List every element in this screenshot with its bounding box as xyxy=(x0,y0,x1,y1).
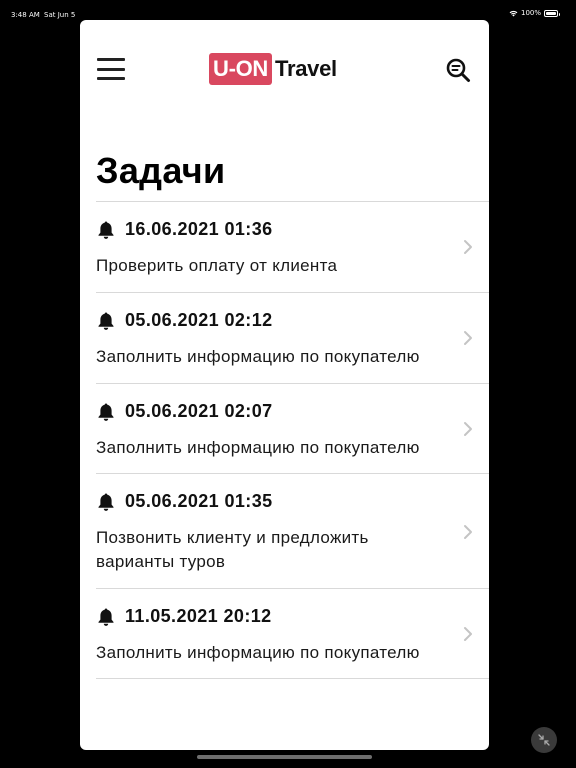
logo: U-ON Travel xyxy=(209,53,337,85)
chevron-right-icon xyxy=(464,331,472,345)
task-list: 16.06.2021 01:36 Проверить оплату от кли… xyxy=(96,201,489,679)
home-indicator[interactable] xyxy=(197,755,372,759)
battery-icon xyxy=(544,9,560,17)
chevron-right-icon xyxy=(464,627,472,641)
task-date: 05.06.2021 02:07 xyxy=(125,401,273,421)
logo-badge: U-ON xyxy=(209,53,273,85)
status-indicators: 100% xyxy=(509,9,560,17)
bell-icon xyxy=(98,403,114,421)
search-button[interactable] xyxy=(445,57,471,83)
task-header: 16.06.2021 01:36 xyxy=(96,219,273,240)
bell-icon xyxy=(98,312,114,330)
task-item[interactable]: 05.06.2021 02:07 Заполнить информацию по… xyxy=(96,383,489,473)
task-text: Проверить оплату от клиента xyxy=(96,256,338,275)
chevron-right-icon xyxy=(464,422,472,436)
bell-icon xyxy=(98,493,114,511)
status-date: Sat Jun 5 xyxy=(44,11,76,19)
task-header: 05.06.2021 02:12 xyxy=(96,310,273,331)
battery-percent: 100% xyxy=(520,9,541,17)
task-header: 11.05.2021 20:12 xyxy=(96,606,272,627)
task-text: Позвонить клиенту и предложить варианты … xyxy=(96,528,369,571)
task-item[interactable]: 05.06.2021 02:12 Заполнить информацию по… xyxy=(96,292,489,383)
task-text: Заполнить информацию по покупателю xyxy=(96,438,420,457)
chevron-right-icon xyxy=(464,240,472,254)
search-icon xyxy=(446,58,470,82)
task-date: 16.06.2021 01:36 xyxy=(125,219,273,239)
menu-button[interactable] xyxy=(97,58,125,80)
task-date: 11.05.2021 20:12 xyxy=(125,606,272,626)
logo-text: Travel xyxy=(275,56,337,81)
task-header: 05.06.2021 02:07 xyxy=(96,401,273,422)
chevron-right-icon xyxy=(464,525,472,539)
wifi-icon xyxy=(509,10,518,16)
app-window: U-ON Travel Задачи 16.06.2021 01:36 Пров… xyxy=(80,20,489,750)
task-header: 05.06.2021 01:35 xyxy=(96,491,273,512)
task-item[interactable]: 11.05.2021 20:12 Заполнить информацию по… xyxy=(96,588,489,679)
task-text: Заполнить информацию по покупателю xyxy=(96,643,420,662)
task-item[interactable]: 16.06.2021 01:36 Проверить оплату от кли… xyxy=(96,201,489,292)
bell-icon xyxy=(98,608,114,626)
bell-icon xyxy=(98,221,114,239)
task-date: 05.06.2021 01:35 xyxy=(125,491,273,511)
hamburger-icon xyxy=(97,58,125,61)
task-item[interactable]: 05.06.2021 01:35 Позвонить клиенту и пре… xyxy=(96,473,489,588)
task-text: Заполнить информацию по покупателю xyxy=(96,347,420,366)
status-time: 3:48 AM xyxy=(11,11,40,19)
task-date: 05.06.2021 02:12 xyxy=(125,310,273,330)
page-title: Задачи xyxy=(96,150,226,191)
status-bar: 3:48 AM Sat Jun 5 100% xyxy=(0,0,576,20)
collapse-button[interactable] xyxy=(531,727,557,753)
collapse-arrows-icon xyxy=(538,734,550,746)
